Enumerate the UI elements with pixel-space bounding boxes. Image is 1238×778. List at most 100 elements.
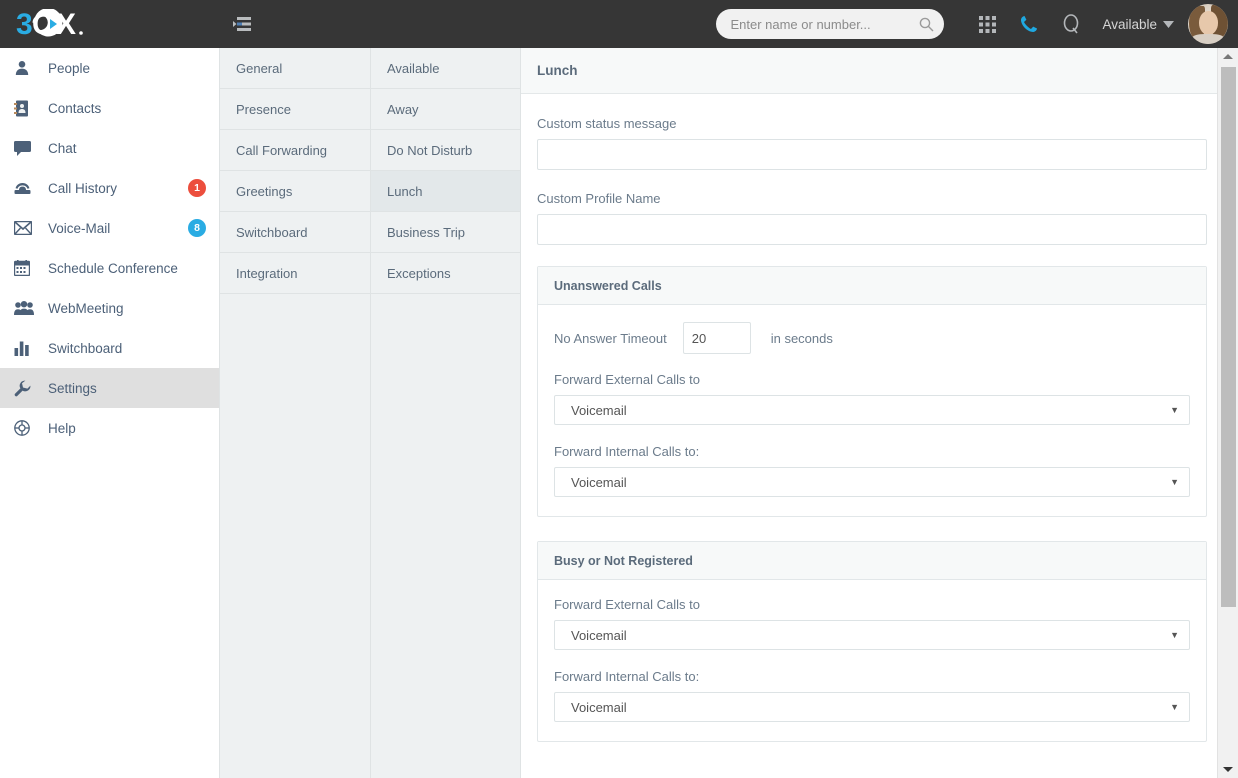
panel-header: Lunch — [521, 48, 1217, 94]
telephone-icon — [14, 181, 48, 196]
profile-business-trip[interactable]: Business Trip — [371, 212, 520, 253]
collapse-list-icon — [233, 16, 251, 31]
chevron-down-icon: ▼ — [1170, 630, 1179, 640]
scrollbar-thumb[interactable] — [1221, 67, 1236, 607]
status-label[interactable]: Available — [1102, 17, 1157, 32]
dial-phone-button[interactable] — [1008, 0, 1050, 48]
profile-exceptions[interactable]: Exceptions — [371, 253, 520, 294]
sidebar-item-schedule-conference[interactable]: Schedule Conference — [0, 248, 220, 288]
app-logo[interactable]: 3 C X — [0, 0, 220, 48]
select-value: Voicemail — [571, 699, 627, 715]
category-general[interactable]: General — [220, 48, 370, 89]
sidebar-item-label: Chat — [48, 140, 77, 156]
chevron-down-icon — [1163, 21, 1174, 28]
busy-external-label: Forward External Calls to — [554, 597, 700, 612]
scroll-up-button[interactable] — [1218, 48, 1238, 65]
avatar-body — [1192, 34, 1224, 44]
phone-icon — [1021, 16, 1038, 32]
3cx-logo-icon: 3 C X — [16, 9, 83, 39]
sidebar-item-label: Voice-Mail — [48, 220, 111, 236]
busy-not-registered-card: Busy or Not Registered Forward External … — [537, 541, 1207, 742]
busy-internal-select[interactable]: Voicemail ▼ — [554, 692, 1190, 722]
profile-away[interactable]: Away — [371, 89, 520, 130]
unanswered-external-select[interactable]: Voicemail ▼ — [554, 395, 1190, 425]
person-icon — [14, 60, 48, 76]
busy-external-select[interactable]: Voicemail ▼ — [554, 620, 1190, 650]
sidebar-item-webmeeting[interactable]: WebMeeting — [0, 288, 220, 328]
search-input[interactable] — [730, 16, 920, 32]
sidebar-item-label: Call History — [48, 180, 118, 196]
top-bar: 3 C X Enter name or number... Available — [0, 0, 1238, 48]
profile-do-not-disturb[interactable]: Do Not Disturb — [371, 130, 520, 171]
page-title: Lunch — [537, 63, 578, 78]
profile-available[interactable]: Available — [371, 48, 520, 89]
select-value: Voicemail — [571, 402, 627, 418]
chevron-down-icon: ▼ — [1170, 405, 1179, 415]
sidebar-item-people[interactable]: People — [0, 48, 220, 88]
custom-status-message-input[interactable] — [537, 139, 1207, 170]
queue-q-icon — [1064, 14, 1079, 34]
settings-category-list: General Presence Call Forwarding Greetin… — [219, 48, 370, 778]
busy-internal-label: Forward Internal Calls to: — [554, 669, 700, 684]
no-answer-timeout-input[interactable] — [682, 322, 751, 354]
status-profile-list: Available Away Do Not Disturb Lunch Busi… — [370, 48, 520, 778]
unanswered-internal-select[interactable]: Voicemail ▼ — [554, 467, 1190, 497]
category-presence[interactable]: Presence — [220, 89, 370, 130]
unanswered-internal-label: Forward Internal Calls to: — [554, 444, 700, 459]
apps-grid-button[interactable] — [966, 0, 1008, 48]
sidebar-item-label: Switchboard — [48, 340, 123, 356]
main-panel: Lunch Custom status message Custom Profi… — [520, 48, 1217, 778]
custom-profile-name-label: Custom Profile Name — [537, 191, 661, 206]
scroll-down-arrow-icon — [1223, 767, 1233, 772]
busy-not-registered-body: Forward External Calls to Voicemail ▼ Fo… — [538, 580, 1206, 741]
grid-apps-icon — [978, 15, 996, 33]
busy-not-registered-header: Busy or Not Registered — [538, 542, 1206, 580]
sidebar-nav: People Contacts Chat Call History 1 Voic… — [0, 48, 220, 778]
bar-chart-icon — [14, 341, 48, 356]
sidebar-item-help[interactable]: Help — [0, 408, 220, 448]
profile-lunch[interactable]: Lunch — [371, 171, 520, 212]
no-answer-timeout-suffix: in seconds — [770, 330, 833, 346]
call-history-badge: 1 — [188, 179, 206, 197]
sidebar-item-switchboard[interactable]: Switchboard — [0, 328, 220, 368]
search-box[interactable] — [716, 9, 945, 39]
category-integration[interactable]: Integration — [220, 253, 370, 294]
no-answer-timeout-row: No Answer Timeout in seconds — [554, 322, 1190, 354]
search-icon[interactable] — [919, 17, 934, 32]
sidebar-item-label: WebMeeting — [48, 300, 124, 316]
chat-bubble-icon — [14, 140, 48, 156]
category-switchboard[interactable]: Switchboard — [220, 212, 370, 253]
select-value: Voicemail — [571, 474, 627, 490]
address-book-icon — [14, 100, 48, 117]
sidebar-item-settings[interactable]: Settings — [0, 368, 220, 408]
sidebar-item-chat[interactable]: Chat — [0, 128, 220, 168]
status-dropdown-button[interactable] — [1163, 15, 1174, 33]
collapse-sidebar-button[interactable] — [220, 0, 264, 48]
no-answer-timeout-label: No Answer Timeout — [554, 330, 667, 346]
unanswered-external-label: Forward External Calls to — [554, 372, 700, 387]
sidebar-item-contacts[interactable]: Contacts — [0, 88, 220, 128]
scroll-down-button[interactable] — [1218, 761, 1238, 778]
queue-button[interactable] — [1050, 0, 1092, 48]
custom-profile-name-input[interactable] — [537, 214, 1207, 245]
unanswered-calls-card: Unanswered Calls No Answer Timeout in se… — [537, 266, 1207, 517]
lifebuoy-icon — [14, 420, 48, 436]
sidebar-item-label: Contacts — [48, 100, 102, 116]
avatar-face — [1199, 11, 1218, 35]
svg-text:X: X — [56, 9, 76, 39]
sidebar-item-voice-mail[interactable]: Voice-Mail 8 — [0, 208, 220, 248]
svg-text:3: 3 — [16, 9, 33, 39]
category-call-forwarding[interactable]: Call Forwarding — [220, 130, 370, 171]
sidebar-item-call-history[interactable]: Call History 1 — [0, 168, 220, 208]
category-greetings[interactable]: Greetings — [220, 171, 370, 212]
avatar[interactable] — [1188, 4, 1228, 44]
custom-status-message-label: Custom status message — [537, 116, 677, 131]
unanswered-calls-body: No Answer Timeout in seconds Forward Ext… — [538, 305, 1206, 516]
voice-mail-badge: 8 — [188, 219, 206, 237]
select-value: Voicemail — [571, 627, 627, 643]
vertical-scrollbar[interactable] — [1217, 48, 1238, 778]
chevron-down-icon: ▼ — [1170, 477, 1179, 487]
sidebar-item-label: Schedule Conference — [48, 260, 178, 276]
scroll-up-arrow-icon — [1223, 54, 1233, 59]
wrench-icon — [14, 380, 48, 397]
